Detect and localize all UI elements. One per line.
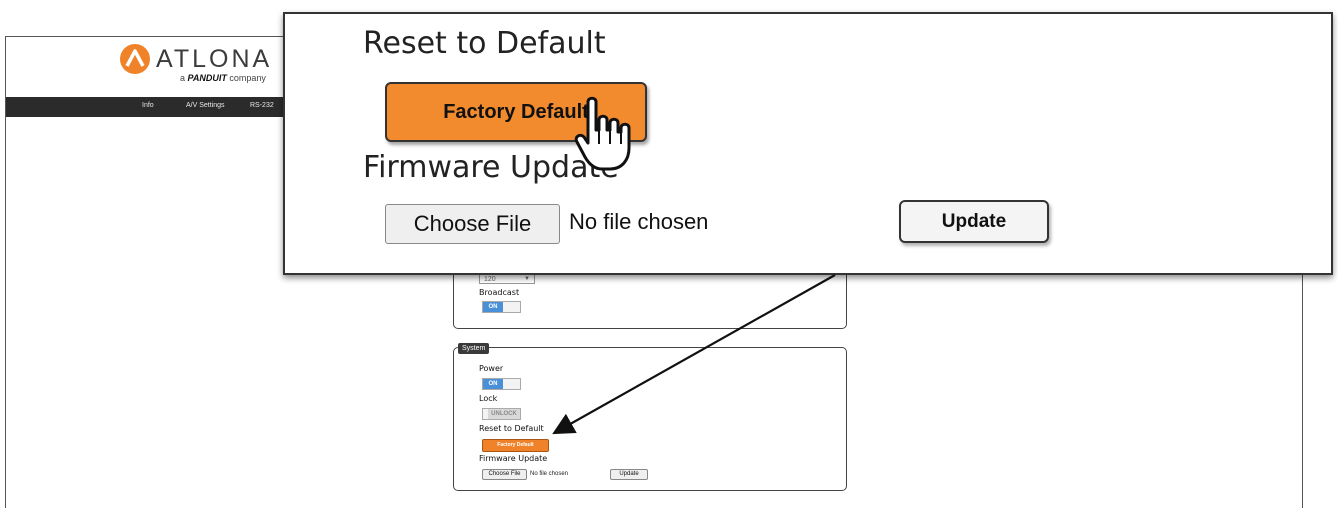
update-button-zoomed[interactable]: Update [899, 200, 1049, 243]
choose-file-button[interactable]: Choose File [482, 469, 527, 480]
broadcast-toggle[interactable]: ON [482, 301, 521, 313]
chevron-down-icon: ▼ [524, 276, 530, 282]
no-file-chosen-text: No file chosen [530, 471, 569, 477]
interval-select[interactable]: 120 ▼ [479, 274, 535, 284]
lock-toggle[interactable]: UNLOCK [482, 408, 521, 420]
atlona-logo-mark-icon [120, 44, 150, 74]
reset-to-default-label: Reset to Default [479, 424, 544, 433]
factory-default-button[interactable]: Factory Default [482, 439, 549, 452]
nav-item-rs232[interactable]: RS-232 [250, 102, 274, 109]
update-button[interactable]: Update [610, 469, 648, 480]
power-toggle-on: ON [483, 379, 503, 389]
hand-pointer-icon [574, 96, 631, 171]
lock-label: Lock [479, 394, 498, 403]
nav-item-av-settings[interactable]: A/V Settings [186, 102, 225, 109]
system-card: System Power ON Lock UNLOCK Reset to Def… [453, 343, 847, 491]
zoom-callout: Reset to Default Factory Default Firmwar… [283, 12, 1333, 275]
power-label: Power [479, 364, 504, 373]
firmware-update-label: Firmware Update [479, 454, 548, 463]
system-card-title: System [458, 343, 490, 354]
broadcast-toggle-on: ON [483, 302, 503, 312]
broadcast-label: Broadcast [479, 288, 520, 297]
atlona-logo: ATLONA a PANDUIT company [118, 42, 308, 90]
logo-subtitle: a PANDUIT company [180, 73, 266, 83]
lock-toggle-unlock: UNLOCK [488, 409, 520, 419]
reset-to-default-heading: Reset to Default [363, 26, 606, 61]
power-toggle[interactable]: ON [482, 378, 521, 390]
no-file-chosen-text-zoomed: No file chosen [569, 209, 709, 234]
nav-item-info[interactable]: Info [142, 102, 154, 109]
logo-brand-text: ATLONA [156, 45, 273, 73]
choose-file-button-zoomed[interactable]: Choose File [385, 204, 560, 244]
